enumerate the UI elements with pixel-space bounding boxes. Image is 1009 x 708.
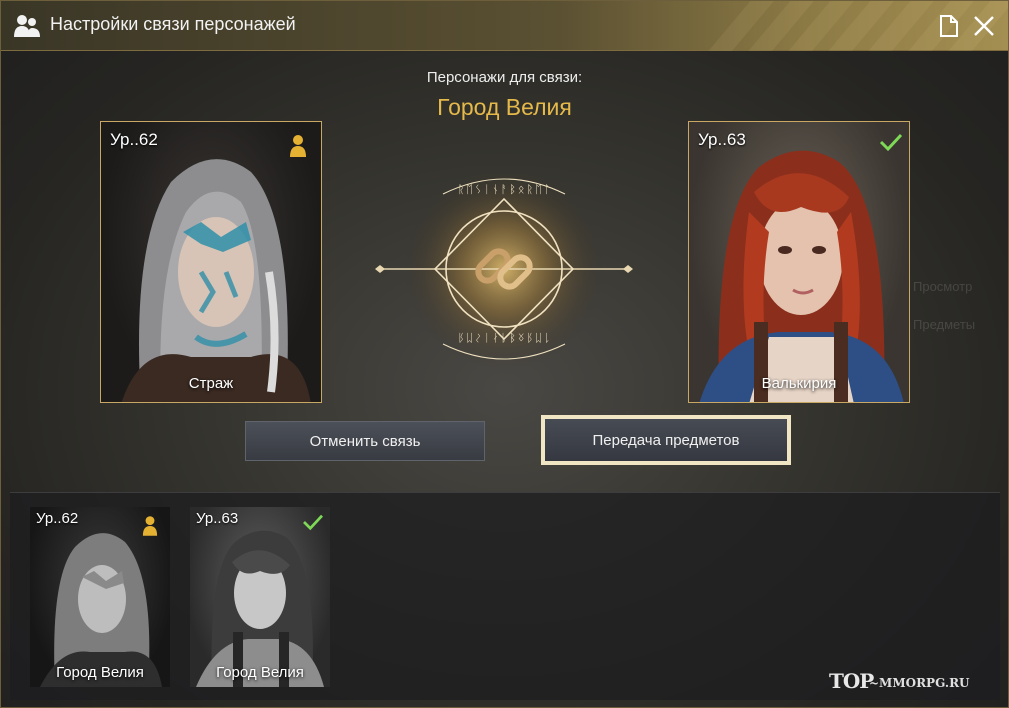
- close-icon[interactable]: [971, 13, 997, 39]
- valkyrie-thumbnail-image: [196, 530, 324, 687]
- document-icon[interactable]: [938, 14, 960, 38]
- check-icon: [303, 514, 323, 531]
- watermark-text: ~MMORPG.RU: [869, 676, 970, 690]
- users-icon: [14, 15, 40, 37]
- character-level: Ур..63: [196, 510, 239, 527]
- character-location: Город Велия: [56, 664, 144, 681]
- window-title: Настройки связи персонажей: [50, 14, 296, 34]
- valkyrie-portrait-image: [699, 150, 904, 402]
- main-character-icon: [290, 135, 306, 157]
- link-city: Город Велия: [437, 94, 572, 120]
- title-bar: Настройки связи персонажей: [1, 1, 1008, 51]
- watermark: TOP ~MMORPG.RU: [829, 669, 989, 697]
- character-level: Ур..62: [36, 510, 79, 527]
- main-character-icon: [142, 516, 158, 536]
- character-level: Ур..63: [698, 130, 746, 149]
- character-slot[interactable]: Ур..63 Город Велия: [190, 507, 330, 687]
- character-portrait-left[interactable]: Ур..62 Страж: [100, 121, 322, 403]
- rune-inscription-top: ᚱᛖᛊᛁᚾᚨᛒᛟᚱᛖᛚ: [457, 183, 553, 196]
- unlink-button[interactable]: Отменить связь: [245, 421, 485, 461]
- character-level: Ур..62: [110, 130, 158, 149]
- title-bar-decoration: [708, 1, 1008, 51]
- character-location: Город Велия: [216, 664, 304, 681]
- check-icon: [879, 133, 903, 152]
- guardian-portrait-image: [121, 159, 311, 402]
- background-menu-item: Предметы: [913, 317, 976, 332]
- background-menu-item: Просмотр: [913, 279, 973, 294]
- watermark-logo: TOP: [829, 669, 874, 693]
- character-class: Валькирия: [761, 375, 837, 392]
- character-slot[interactable]: Ур..62 Город Велия: [30, 507, 170, 687]
- transfer-items-label: Передача предметов: [545, 419, 787, 461]
- transfer-items-button[interactable]: Передача предметов: [541, 415, 791, 465]
- character-portrait-right[interactable]: Ур..63 Валькирия: [688, 121, 910, 403]
- rune-inscription-bottom: ᚱᛖᛊᛁᚾᚨᛒᛟᚱᛖᛚ: [457, 331, 553, 344]
- character-link-window: Настройки связи персонажей Просмотр Пред…: [0, 0, 1009, 708]
- character-class: Страж: [188, 375, 234, 392]
- link-subtitle: Персонажи для связи:: [426, 69, 583, 86]
